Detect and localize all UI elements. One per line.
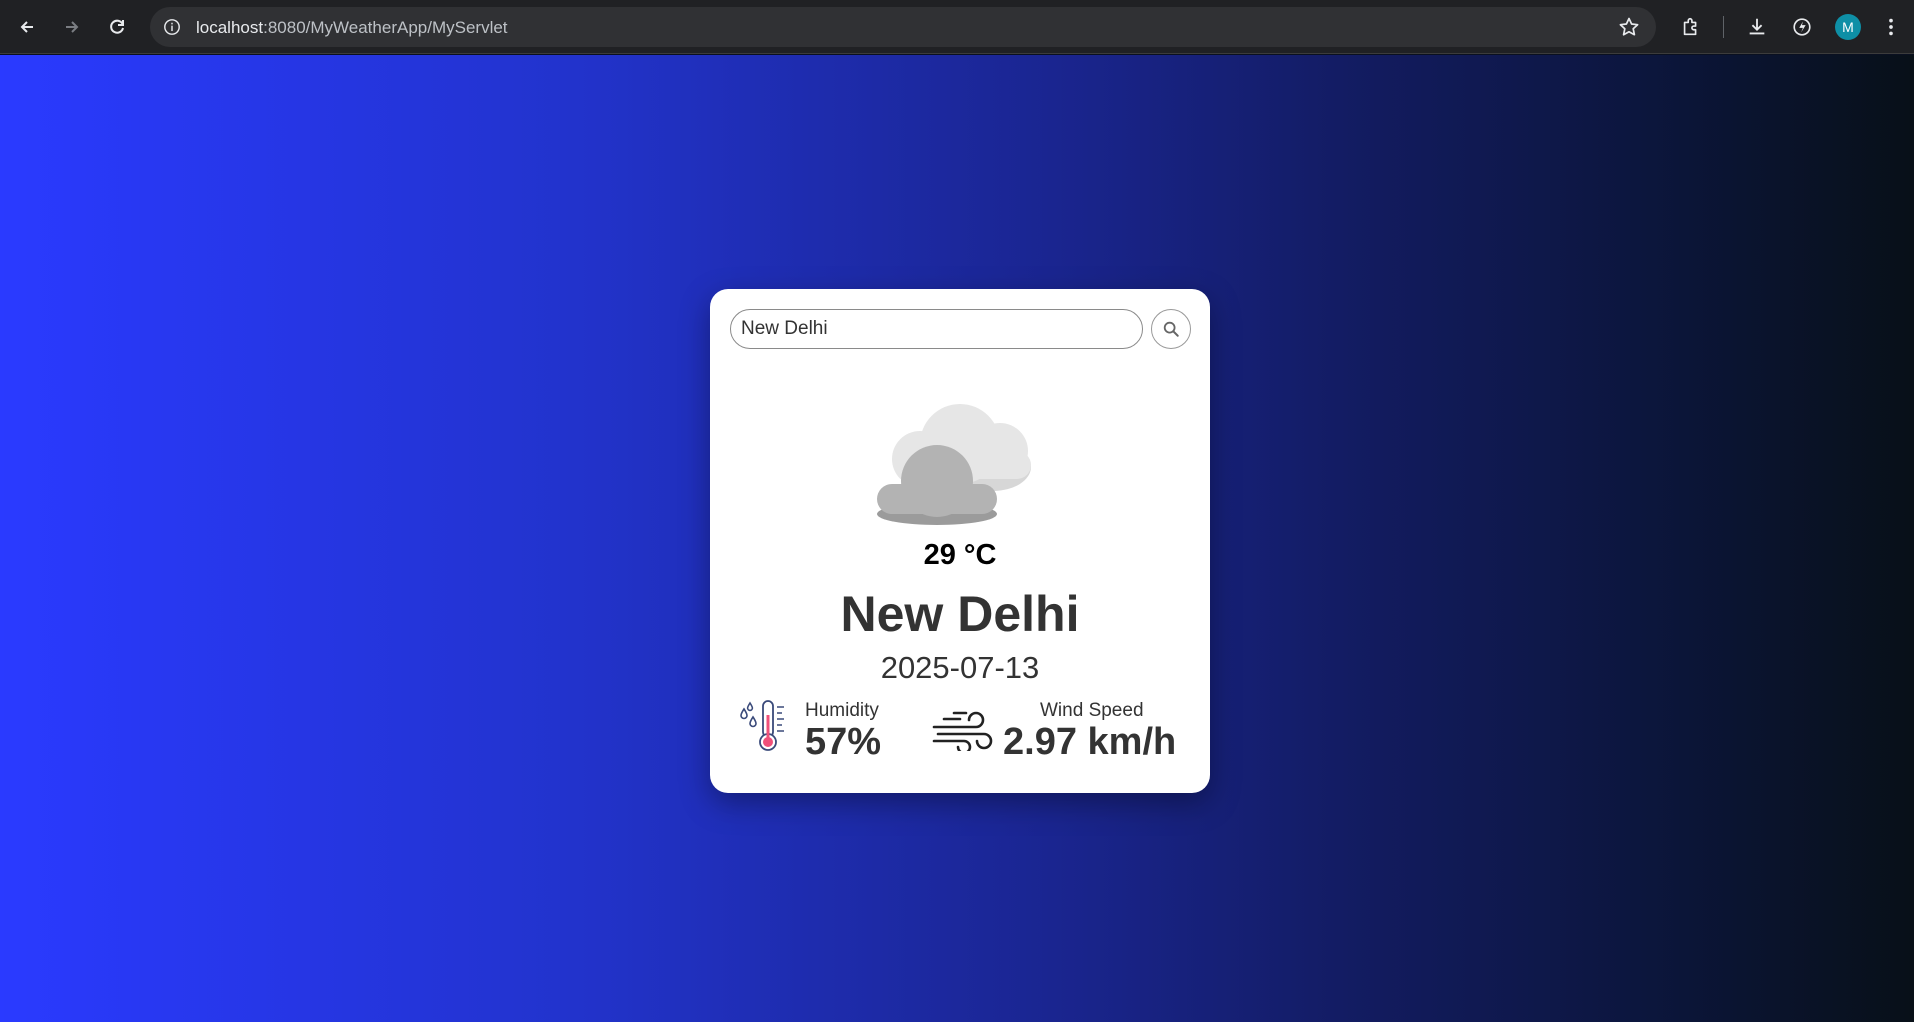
back-button[interactable]	[9, 9, 45, 45]
forward-button[interactable]	[54, 9, 90, 45]
weather-date: 2025-07-13	[880, 650, 1040, 685]
wind-speed-label: Wind Speed	[1040, 700, 1144, 721]
humidity-thermometer-icon	[740, 700, 784, 751]
reload-button[interactable]	[99, 9, 135, 45]
search-button[interactable]	[1151, 309, 1191, 349]
download-icon[interactable]	[1744, 14, 1770, 40]
search-icon	[1163, 321, 1179, 337]
bookmark-star-icon[interactable]	[1618, 16, 1640, 38]
humidity-value: 57%	[805, 721, 882, 763]
browser-toolbar: localhost:8080/MyWeatherApp/MyServlet M	[0, 0, 1914, 54]
clouds-icon	[877, 404, 1031, 525]
humidity-label: Humidity	[805, 700, 879, 721]
wind-speed-value: 2.97 km/h	[1003, 721, 1177, 763]
url-text: localhost:8080/MyWeatherApp/MyServlet	[196, 18, 508, 37]
city-name: New Delhi	[840, 586, 1080, 642]
reload-icon	[110, 19, 124, 34]
city-search-input[interactable]	[730, 309, 1143, 349]
weather-card: 29 °C New Delhi 2025-07-13 Humidity 57% …	[710, 289, 1210, 793]
site-info-icon[interactable]	[160, 15, 184, 39]
temperature: 29 °C	[923, 539, 997, 571]
address-bar[interactable]: localhost:8080/MyWeatherApp/MyServlet	[150, 7, 1656, 47]
extensions-icon[interactable]	[1678, 14, 1704, 40]
page-background: 29 °C New Delhi 2025-07-13 Humidity 57% …	[0, 55, 1914, 1022]
profile-avatar[interactable]: M	[1835, 14, 1861, 40]
arrow-left-icon	[20, 21, 33, 33]
menu-kebab-icon[interactable]	[1878, 14, 1904, 40]
arrow-right-icon	[66, 21, 79, 33]
performance-icon[interactable]	[1789, 14, 1815, 40]
wind-icon	[932, 711, 993, 751]
toolbar-divider	[1723, 16, 1724, 38]
